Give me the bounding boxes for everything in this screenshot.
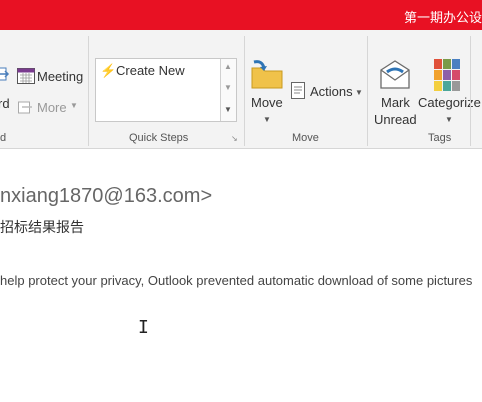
actions-button[interactable]: Actions [310, 84, 353, 99]
lightning-icon: ⚡ [100, 63, 117, 78]
mark-unread-envelope-icon [378, 58, 412, 95]
expand-gallery-icon[interactable]: ▼ [224, 105, 232, 114]
categorize-icon [434, 59, 462, 96]
tags-group-label: Tags [428, 132, 452, 144]
group-separator [244, 36, 245, 146]
sender-address[interactable]: nxiang1870@163.com> [0, 185, 212, 208]
quick-steps-group-label: Quick Steps [129, 132, 189, 144]
message-subject: 招标结果报告 [0, 219, 84, 235]
chevron-down-icon: ▼ [445, 115, 453, 124]
dialog-launcher-icon[interactable]: ↘ [231, 134, 238, 143]
meeting-icon [17, 68, 35, 89]
mark-unread-line2[interactable]: Unread [374, 112, 417, 127]
window-title: 第一期办公设 [403, 10, 482, 25]
actions-icon [291, 82, 307, 105]
chevron-down-icon: ▼ [355, 88, 363, 97]
quick-steps-gallery[interactable]: ⚡ Create New ▲ ▼ ▼ [95, 58, 237, 122]
reading-pane: nxiang1870@163.com> 招标结果报告 help protect … [0, 149, 482, 402]
chevron-down-icon: ▼ [263, 115, 271, 124]
mark-unread-line1[interactable]: Mark [381, 95, 410, 110]
quick-steps-scrollbar[interactable]: ▲ ▼ ▼ [220, 59, 236, 121]
categorize-button[interactable]: Categorize [418, 95, 481, 110]
chevron-down-icon: ▼ [70, 101, 78, 110]
move-folder-icon [250, 58, 284, 95]
scroll-up-icon[interactable]: ▲ [224, 62, 232, 71]
meeting-button[interactable]: Meeting [37, 69, 83, 84]
group-separator [470, 36, 471, 146]
group-separator [367, 36, 368, 146]
more-respond-icon [18, 100, 34, 119]
more-respond-button[interactable]: More [37, 100, 67, 115]
title-bar: 第一期办公设 [0, 0, 482, 30]
forward-button[interactable]: rd [0, 96, 10, 111]
move-group-label: Move [292, 132, 319, 144]
scroll-down-icon[interactable]: ▼ [224, 83, 232, 92]
forward-icon [0, 64, 10, 89]
move-button[interactable]: Move [251, 95, 283, 110]
group-separator [88, 36, 89, 146]
picture-download-infobar[interactable]: help protect your privacy, Outlook preve… [0, 273, 472, 288]
respond-group-label: d [0, 132, 7, 144]
text-cursor-icon: I [138, 317, 149, 338]
ribbon: rd Meeting More ▼ d ⚡ Create New ▲ ▼ ▼ Q… [0, 30, 482, 149]
create-new-quick-step[interactable]: Create New [116, 63, 185, 78]
